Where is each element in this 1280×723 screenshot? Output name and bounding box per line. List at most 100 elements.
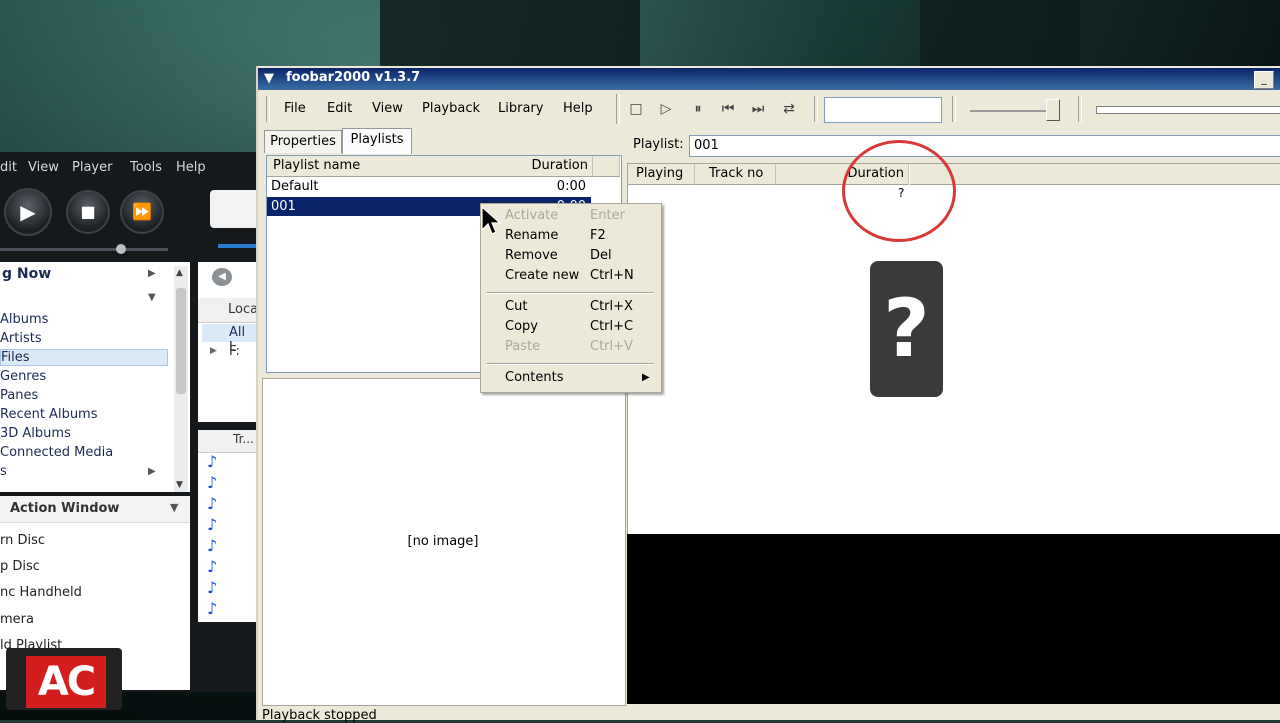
window-title: foobar2000 v1.3.7 [286, 70, 421, 85]
bg-side-item[interactable]: Loca [228, 302, 258, 317]
bg-tree-item[interactable]: Artists [0, 331, 42, 346]
stop-icon: ■ [80, 202, 96, 221]
shortcut-remove: Del [590, 248, 612, 263]
bg-menu-help[interactable]: Help [176, 160, 206, 175]
bg-tree-item[interactable]: Connected Media [0, 445, 113, 460]
bg-next-button[interactable]: ⏩ [120, 190, 164, 234]
bg-action-item[interactable]: p Disc [0, 559, 40, 574]
toolbar-grip[interactable] [952, 96, 956, 122]
bg-track-column[interactable]: Tr... [233, 432, 254, 446]
tab-playlists[interactable]: Playlists [342, 128, 412, 154]
album-art-placeholder: [no image] [407, 534, 479, 549]
column-track-no[interactable]: Track no [695, 164, 776, 185]
music-note-icon: ♪ [207, 473, 218, 492]
bg-tree-item-selected[interactable]: Files [0, 349, 168, 366]
bg-tree-scroll-thumb[interactable] [176, 288, 186, 394]
playlist-row-name[interactable]: Default [271, 177, 319, 196]
previous-button[interactable]: ⏮ [718, 100, 738, 118]
column-duration[interactable]: Duration [474, 156, 593, 177]
minimize-button[interactable]: _ [1254, 71, 1274, 89]
menu-edit[interactable]: Edit [327, 101, 352, 116]
scroll-up-icon[interactable]: ▲ [176, 268, 183, 278]
playlist-dropdown[interactable]: 001 [689, 135, 1280, 157]
bg-menu-player[interactable]: Player [72, 160, 112, 175]
chevron-down-icon[interactable]: ▼ [170, 501, 178, 514]
previous-icon: ⏮ [721, 101, 735, 117]
menu-item-activate[interactable]: Activate [505, 208, 558, 223]
menu-item-copy[interactable]: Copy [505, 319, 538, 334]
bg-menu-edit[interactable]: dit [0, 160, 17, 175]
stop-icon: □ [629, 101, 643, 117]
bg-menu-view[interactable]: View [28, 160, 59, 175]
column-playing[interactable]: Playing [628, 164, 695, 185]
random-button[interactable]: ⇄ [779, 100, 799, 118]
menu-item-cut[interactable]: Cut [505, 299, 527, 314]
pause-button[interactable]: ⏸ [688, 100, 708, 118]
play-button[interactable]: ▷ [656, 100, 676, 118]
random-icon: ⇄ [783, 101, 795, 117]
menu-separator [486, 292, 654, 294]
bg-tree-item[interactable]: Genres [0, 369, 46, 384]
scroll-down-icon[interactable]: ▼ [176, 480, 183, 490]
playlist-row-duration[interactable]: 0:00 [520, 177, 586, 196]
bg-display-box [210, 190, 256, 228]
column-playlist-name[interactable]: Playlist name [267, 156, 480, 177]
bg-seek-slider[interactable] [0, 248, 168, 251]
menubar-grip[interactable] [266, 96, 270, 122]
chevron-right-icon[interactable]: ▶ [210, 346, 217, 356]
column-header-filler [593, 156, 620, 177]
bg-seek-knob[interactable] [116, 244, 126, 254]
tab-properties[interactable]: Properties [264, 130, 342, 153]
bg-tree-item[interactable]: Recent Albums [0, 407, 98, 422]
toolbar-grip[interactable] [616, 94, 620, 124]
shortcut-rename: F2 [590, 228, 606, 243]
visualization-panel [627, 534, 1280, 704]
playlist-row-name[interactable]: 001 [271, 197, 296, 216]
chevron-right-icon[interactable]: ▶ [148, 268, 156, 279]
toolbar-grip[interactable] [1078, 96, 1082, 122]
bg-play-button[interactable]: ▶ [4, 188, 52, 236]
bg-tree-item[interactable]: s [0, 464, 7, 479]
menu-item-rename[interactable]: Rename [505, 228, 558, 243]
bg-menu-tools[interactable]: Tools [130, 160, 162, 175]
menu-help[interactable]: Help [563, 101, 593, 116]
bg-volume-bar[interactable] [218, 244, 256, 248]
channel-logo-text: AC [26, 656, 106, 708]
back-arrow-icon[interactable]: ◀ [212, 268, 232, 286]
bg-tree-item[interactable]: Albums [0, 312, 48, 327]
shortcut-copy: Ctrl+C [590, 319, 634, 334]
menu-library[interactable]: Library [498, 101, 543, 116]
menu-playback[interactable]: Playback [422, 101, 480, 116]
menu-item-contents[interactable]: Contents [505, 370, 563, 385]
volume-knob[interactable] [1046, 99, 1060, 121]
bg-action-title: Action Window [10, 501, 120, 516]
menu-file[interactable]: File [284, 101, 306, 116]
seek-bar[interactable] [1096, 106, 1280, 114]
bg-tree-title[interactable]: g Now [2, 266, 51, 282]
next-button[interactable]: ⏭ [748, 100, 768, 118]
question-mark-icon: ? [870, 261, 943, 397]
toolbar-text-box[interactable] [824, 97, 942, 123]
bg-action-item[interactable]: rn Disc [0, 533, 45, 548]
music-note-icon: ♪ [207, 452, 218, 471]
bg-tree-item[interactable]: Panes [0, 388, 38, 403]
menu-item-create-new[interactable]: Create new [505, 268, 579, 283]
chevron-down-icon[interactable]: ▼ [148, 292, 156, 303]
fast-forward-icon: ⏩ [132, 202, 152, 221]
bg-action-item[interactable]: mera [0, 612, 34, 627]
bg-tree-item[interactable]: 3D Albums [0, 426, 71, 441]
menu-view[interactable]: View [372, 101, 403, 116]
menu-item-remove[interactable]: Remove [505, 248, 558, 263]
bg-stop-button[interactable]: ■ [66, 190, 110, 234]
bg-tree-scrollbar[interactable]: ▲ ▼ [174, 266, 188, 492]
bg-library-tree: g Now ▶ ▼ Albums Artists Files Genres Pa… [0, 262, 190, 492]
submenu-arrow-icon: ▶ [642, 372, 650, 383]
bg-side-item[interactable]: F: [229, 344, 240, 359]
mouse-cursor-icon [481, 206, 501, 235]
stop-button[interactable]: □ [626, 100, 646, 118]
menu-item-paste[interactable]: Paste [505, 339, 540, 354]
bg-action-item[interactable]: nc Handheld [0, 585, 82, 600]
shortcut-cut: Ctrl+X [590, 299, 633, 314]
toolbar-grip[interactable] [814, 96, 818, 122]
chevron-right-icon[interactable]: ▶ [148, 466, 156, 477]
